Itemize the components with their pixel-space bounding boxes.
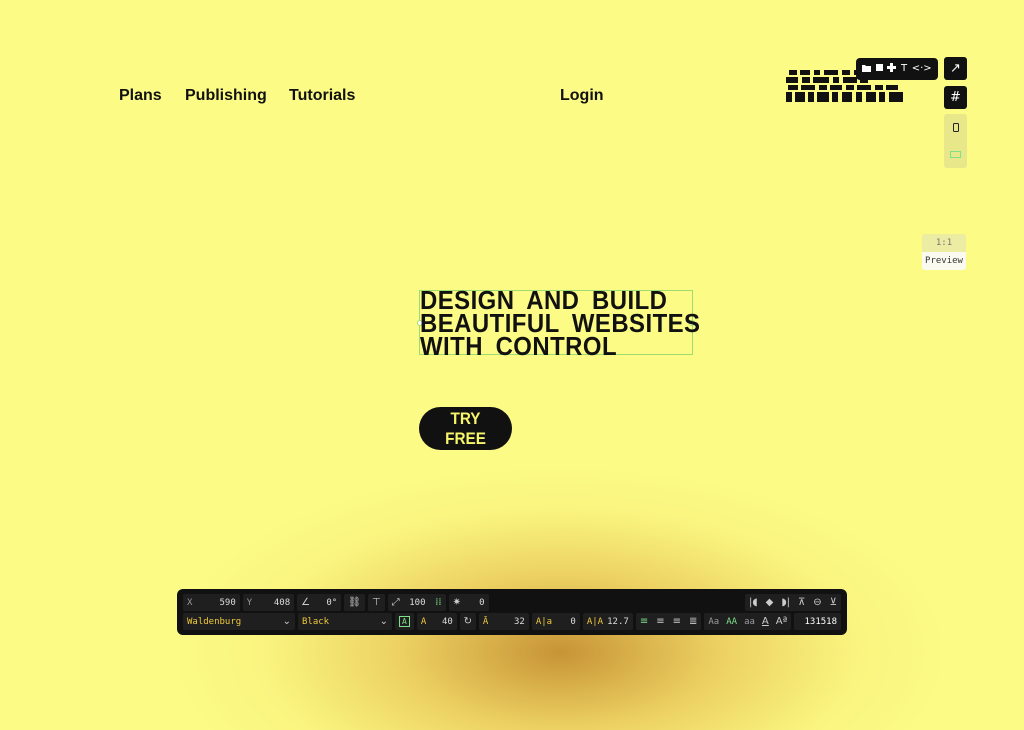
font-size-field[interactable]: A 40 xyxy=(416,613,457,630)
chevron-down-icon: ⌄ xyxy=(379,616,388,627)
try-free-label: TRY FREE xyxy=(445,408,486,448)
element-toolbar: T <·> xyxy=(856,58,938,80)
mobile-device-icon[interactable] xyxy=(944,114,967,141)
rotation-field[interactable]: ∠ 0° xyxy=(297,594,342,611)
scale-ratio[interactable]: 1:1 xyxy=(922,234,966,252)
line-height-value: 32 xyxy=(513,616,525,627)
font-size-value: 40 xyxy=(441,616,453,627)
y-value: 408 xyxy=(273,597,291,608)
line-height-icon: Ā xyxy=(482,616,489,627)
align-center-h-icon[interactable]: ◆ xyxy=(766,597,774,608)
square-icon[interactable] xyxy=(875,64,883,74)
scale-field[interactable]: ⤢ 100 ⁞⁞ xyxy=(387,594,446,611)
font-weight-select[interactable]: Black ⌄ xyxy=(298,613,392,630)
grid-icon[interactable]: # xyxy=(944,86,967,109)
text-color-field[interactable]: 131518 xyxy=(794,613,841,630)
word-spacing-field[interactable]: A|A 12.7 xyxy=(582,613,633,630)
text-align-left-icon[interactable]: ≡ xyxy=(640,616,648,627)
text-justify-icon[interactable]: ≣ xyxy=(689,616,697,627)
folder-icon[interactable] xyxy=(862,64,872,75)
word-spacing-value: 12.7 xyxy=(607,616,629,627)
scale-value: 100 xyxy=(409,597,426,608)
pin-icon[interactable]: ⊤ xyxy=(367,594,385,611)
blur-field[interactable]: ✷ 0 xyxy=(448,594,489,611)
desktop-device-icon[interactable] xyxy=(944,141,967,168)
align-left-icon[interactable]: |◖ xyxy=(749,597,758,608)
text-align-tools: ≡ ≡ ≡ ≣ xyxy=(635,613,702,630)
text-icon[interactable]: T xyxy=(901,64,907,74)
case-lowercase[interactable]: aa xyxy=(744,617,755,627)
try-free-button[interactable]: TRY FREE xyxy=(419,407,512,450)
nav-plans[interactable]: Plans xyxy=(119,87,162,105)
align-tools: |◖ ◆ ◗| ⊼ ⊖ ⊻ xyxy=(744,594,841,611)
blur-value: 0 xyxy=(479,597,485,608)
superscript-icon[interactable]: Aª xyxy=(776,616,788,627)
device-switcher xyxy=(944,114,967,168)
nav-login[interactable]: Login xyxy=(560,87,604,105)
case-capitalize[interactable]: Aa xyxy=(708,617,719,627)
text-frame-icon[interactable]: A xyxy=(395,613,414,630)
sun-icon: ✷ xyxy=(452,597,461,608)
letter-spacing-value: 0 xyxy=(570,616,576,627)
letter-spacing-icon: A|a xyxy=(535,616,553,627)
position-y-field[interactable]: Y 408 xyxy=(242,594,295,611)
component-icon[interactable] xyxy=(887,63,897,75)
underline-icon[interactable]: A xyxy=(762,616,769,627)
resize-icon: ⤢ xyxy=(391,597,400,608)
text-align-center-icon[interactable]: ≡ xyxy=(656,616,664,627)
align-bottom-icon[interactable]: ⊻ xyxy=(830,597,837,608)
word-spacing-icon: A|A xyxy=(586,616,604,627)
font-weight-value: Black xyxy=(302,616,330,627)
align-right-icon[interactable]: ◗| xyxy=(781,597,790,608)
nav-tutorials[interactable]: Tutorials xyxy=(289,87,355,105)
nav-publishing[interactable]: Publishing xyxy=(185,87,267,105)
font-size-icon: A xyxy=(420,616,427,627)
x-value: 590 xyxy=(219,597,236,608)
grid-dots-icon: ⁞⁞ xyxy=(435,597,442,608)
text-case-tools: Aa AA aa A Aª xyxy=(704,613,792,630)
color-hex-value: 131518 xyxy=(804,616,837,627)
case-uppercase[interactable]: AA xyxy=(726,617,737,627)
rotation-value: 0° xyxy=(326,597,338,608)
text-align-right-icon[interactable]: ≡ xyxy=(673,616,681,627)
headline-line: WITH CONTROL xyxy=(420,331,618,361)
code-icon[interactable]: <·> xyxy=(912,64,932,74)
x-label: X xyxy=(187,597,193,608)
preview-label[interactable]: Preview xyxy=(922,252,966,270)
chevron-down-icon: ⌄ xyxy=(282,616,291,627)
preview-scale-control[interactable]: 1:1 Preview xyxy=(922,234,966,270)
align-top-icon[interactable]: ⊼ xyxy=(798,597,805,608)
font-family-select[interactable]: Waldenburg ⌄ xyxy=(183,613,295,630)
ligature-icon[interactable]: ↻ xyxy=(459,613,476,630)
line-height-field[interactable]: Ā 32 xyxy=(478,613,529,630)
link-icon[interactable]: ⛓ xyxy=(344,594,365,611)
letter-spacing-field[interactable]: A|a 0 xyxy=(531,613,580,630)
properties-panel: X 590 Y 408 ∠ 0° ⛓ ⊤ ⤢ 100 ⁞⁞ ✷ 0 |◖ ◆ ◗| ⊼ … xyxy=(177,589,847,635)
open-external-icon[interactable]: ↗ xyxy=(944,57,967,80)
angle-icon: ∠ xyxy=(301,597,311,608)
font-family-value: Waldenburg xyxy=(187,616,242,627)
hero-headline[interactable]: DESIGN AND BUILD BEAUTIFUL WEBSITES WITH… xyxy=(420,287,700,361)
position-x-field[interactable]: X 590 xyxy=(183,594,240,611)
y-label: Y xyxy=(246,597,253,608)
align-middle-icon[interactable]: ⊖ xyxy=(813,597,821,608)
